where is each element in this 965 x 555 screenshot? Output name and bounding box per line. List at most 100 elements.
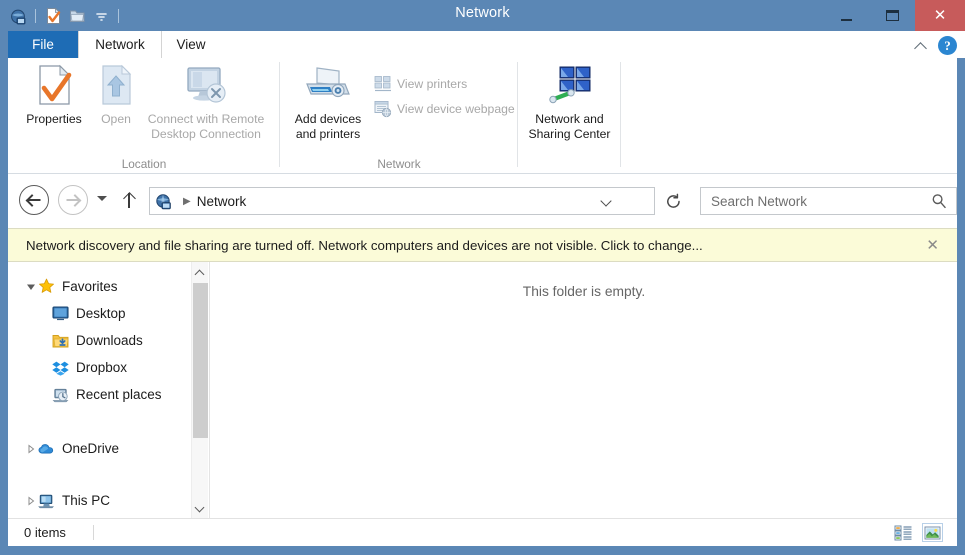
status-separator [93,525,94,540]
expander-collapsed-icon[interactable] [24,443,38,454]
view-printers-button[interactable]: View printers [374,75,467,93]
network-sharing-center-button[interactable]: Network and Sharing Center [520,62,619,142]
expander-collapsed-icon[interactable] [24,495,38,506]
status-bar: 0 items [8,518,957,546]
large-icons-view-icon [924,526,941,539]
remote-desktop-icon [187,67,226,103]
dropbox-icon [52,359,69,376]
properties-button[interactable]: Properties [16,62,92,127]
navpane-item-onedrive[interactable]: OneDrive [24,436,119,461]
search-icon[interactable] [931,193,947,209]
tab-network-label: Network [95,37,145,52]
minimize-icon [840,18,852,21]
search-input[interactable]: Search Network [711,194,807,209]
ribbon-group-location-label: Location [121,157,167,171]
ribbon-group-network-label: Network [377,157,421,171]
recent-places-icon [52,386,69,403]
navpane-scroll-thumb[interactable] [193,283,208,438]
arrow-up-icon [121,191,137,209]
recent-locations-button[interactable] [96,194,108,206]
open-button[interactable]: Open [92,62,140,127]
add-devices-printers-label-line1: Add devices [294,112,362,126]
chevron-down-icon [96,194,108,206]
arrow-right-icon [66,199,80,201]
downloads-icon [52,332,69,349]
file-list[interactable]: This folder is empty. [211,262,957,518]
search-box[interactable]: Search Network [700,187,957,215]
ribbon-group-network: Add devices and printers View printers V… [280,58,518,173]
navpane-item-downloads[interactable]: Downloads [52,328,143,353]
window-title: Network [455,5,510,21]
ribbon-group-separator-3 [620,62,621,167]
network-globe-icon [150,193,176,210]
refresh-button[interactable] [660,187,686,215]
onedrive-cloud-icon [38,440,55,457]
tab-strip-filler [220,31,965,58]
navpane-scrollbar[interactable] [191,262,208,518]
navpane-item-recent-places-label: Recent places [76,387,162,402]
empty-folder-message: This folder is empty. [522,284,646,299]
navpane-item-favorites[interactable]: Favorites [24,274,118,299]
tab-file[interactable]: File [8,31,78,58]
notification-bar[interactable]: Network discovery and file sharing are t… [8,228,957,262]
address-bar[interactable]: ▶ Network [149,187,655,215]
tab-view-label: View [176,37,206,52]
add-devices-printers-button[interactable]: Add devices and printers [288,62,368,142]
connect-remote-desktop-button[interactable]: Connect with Remote Desktop Connection [140,62,272,142]
up-button[interactable] [121,191,137,209]
back-button[interactable] [19,185,49,215]
desktop-icon [52,305,69,322]
connect-remote-desktop-label-line1: Connect with Remote [147,112,265,126]
open-button-label: Open [101,112,131,126]
explorer-window: Network ✕ File Network View ? Properties… [0,0,965,555]
chevron-up-icon[interactable] [914,39,928,53]
this-pc-icon [38,492,55,509]
chevron-down-icon [196,503,205,512]
chevron-up-icon [196,268,205,277]
navpane-item-this-pc[interactable]: This PC [24,488,110,513]
navpane-item-dropbox[interactable]: Dropbox [52,355,127,380]
ribbon-tab-strip: File Network View [8,31,965,58]
arrow-left-icon [27,199,41,201]
printer-icon [306,67,350,98]
details-view-button[interactable] [893,523,914,542]
navpane-item-this-pc-label: This PC [62,493,111,508]
navpane-item-recent-places[interactable]: Recent places [52,382,162,407]
navpane-item-onedrive-label: OneDrive [62,441,120,456]
minimize-button[interactable] [823,0,869,31]
main-area: Favorites Desktop Downloads Dropbox Rece… [8,262,957,518]
network-sharing-center-label-line2: Sharing Center [528,127,611,141]
navpane-scroll-up-button[interactable] [192,264,208,281]
close-button[interactable]: ✕ [915,0,965,31]
navpane-scroll-down-button[interactable] [192,499,208,516]
forward-button[interactable] [58,185,88,215]
notification-close-icon[interactable]: ✕ [926,236,939,254]
navigation-pane: Favorites Desktop Downloads Dropbox Rece… [8,262,210,518]
view-device-webpage-label: View device webpage [397,102,515,116]
large-icons-view-button[interactable] [922,523,943,542]
expander-expanded-icon[interactable] [24,282,38,292]
tab-view[interactable]: View [162,31,220,58]
breadcrumb-separator[interactable]: ▶ [183,196,191,207]
details-view-icon [894,525,912,540]
breadcrumb-path[interactable]: Network [197,194,247,209]
ribbon-body: Properties Open Connect with Remote Desk… [8,58,957,174]
item-count-label: 0 items [24,525,66,540]
title-bar: Network ✕ [0,0,965,31]
close-icon: ✕ [933,6,947,24]
ribbon-group-sharing: Network and Sharing Center [518,58,621,173]
view-printers-icon [374,76,391,92]
view-buttons [893,523,943,542]
navigation-bar: ▶ Network Search Network [8,174,957,228]
back-button-circle [19,185,49,215]
help-button[interactable]: ? [938,36,957,55]
ribbon-right-controls: ? [914,36,957,55]
properties-icon [39,64,72,105]
view-device-webpage-button[interactable]: View device webpage [374,100,515,118]
connect-remote-desktop-label-line2: Desktop Connection [151,127,261,141]
address-dropdown-button[interactable] [594,188,618,214]
tab-network[interactable]: Network [78,31,162,58]
maximize-button[interactable] [869,0,915,31]
navpane-item-desktop[interactable]: Desktop [52,301,126,326]
network-sharing-center-label-line1: Network and [535,112,604,126]
